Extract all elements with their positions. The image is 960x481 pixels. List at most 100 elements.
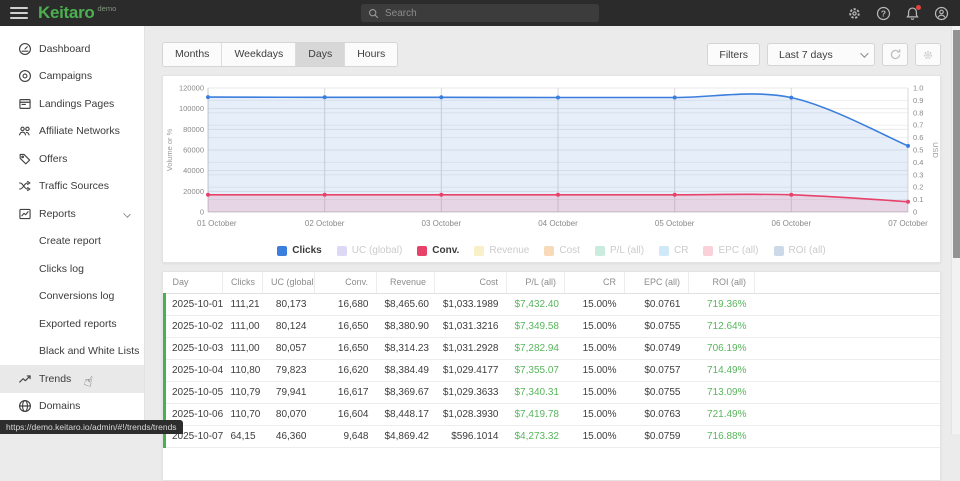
scrollbar-thumb[interactable] (953, 30, 960, 258)
legend-item-epc-all[interactable]: EPC (all) (703, 245, 758, 256)
legend-item-uc-global[interactable]: UC (global) (337, 245, 403, 256)
sidebar-item-label: Campaigns (39, 70, 92, 82)
legend-item-roi-all[interactable]: ROI (all) (774, 245, 826, 256)
sidebar-item-reports[interactable]: Reports (0, 200, 144, 228)
help-icon[interactable]: ? (875, 5, 892, 22)
sidebar-item-dashboard[interactable]: Dashboard (0, 35, 144, 63)
cell-uc-global: 80,070 (263, 403, 315, 425)
legend-swatch (337, 246, 347, 256)
sidebar-item-conversions-log[interactable]: Conversions log (0, 283, 144, 311)
column-header-revenue[interactable]: Revenue (377, 272, 435, 293)
column-header-p-l-all[interactable]: P/L (all) (507, 272, 565, 293)
search-icon (368, 8, 379, 19)
notifications-bell-icon[interactable] (904, 5, 921, 22)
date-range-select[interactable]: Last 7 days (767, 43, 875, 66)
column-header-uc-global[interactable]: UC (global) (263, 272, 315, 293)
sidebar-item-label: Landings Pages (39, 98, 114, 110)
legend-item-p-l-all[interactable]: P/L (all) (595, 245, 644, 256)
sidebar-item-traffic-sources[interactable]: Traffic Sources (0, 173, 144, 201)
svg-text:07 October: 07 October (888, 219, 928, 228)
legend-swatch (595, 246, 605, 256)
sidebar-item-label: Clicks log (39, 263, 84, 275)
refresh-button[interactable] (882, 43, 908, 66)
sidebar-item-affiliate-networks[interactable]: Affiliate Networks (0, 118, 144, 146)
chart-legend: Clicks UC (global) Conv. Revenue Cost P/L (al… (163, 245, 940, 256)
table-row: 2025-10-05110,7979,94116,617$8,369.67$1,… (165, 381, 941, 403)
legend-swatch (474, 246, 484, 256)
cell-revenue: $8,448.17 (377, 403, 435, 425)
legend-label: Conv. (432, 245, 459, 256)
column-header-day[interactable]: Day (165, 272, 223, 293)
legend-swatch (277, 246, 287, 256)
table-header-row: DayClicksUC (global)Conv.RevenueCostP/L … (165, 272, 941, 293)
account-icon[interactable] (933, 5, 950, 22)
cell-roi-all: 713.09% (689, 381, 755, 403)
svg-text:06 October: 06 October (772, 219, 812, 228)
column-header-roi-all[interactable]: ROI (all) (689, 272, 755, 293)
cell-day: 2025-10-04 (165, 359, 223, 381)
cell-clicks: 110,70 (223, 403, 263, 425)
hamburger-menu-icon[interactable] (10, 7, 28, 19)
sidebar-item-exported-reports[interactable]: Exported reports (0, 310, 144, 338)
svg-text:80000: 80000 (183, 125, 204, 134)
report-icon (18, 207, 32, 221)
sidebar-item-create-report[interactable]: Create report (0, 228, 144, 256)
sidebar-item-campaigns[interactable]: Campaigns (0, 63, 144, 91)
sidebar-item-trends[interactable]: Trends (0, 365, 144, 393)
sidebar-item-black-and-white-lists[interactable]: Black and White Lists (0, 338, 144, 366)
table-row: 2025-10-0764,1546,3609,648$4,869.42$596.… (165, 425, 941, 447)
legend-item-revenue[interactable]: Revenue (474, 245, 529, 256)
column-header-conv[interactable]: Conv. (315, 272, 377, 293)
legend-item-cost[interactable]: Cost (544, 245, 580, 256)
column-header-cost[interactable]: Cost (435, 272, 507, 293)
sidebar-item-domains[interactable]: Domains (0, 393, 144, 421)
sidebar-item-label: Traffic Sources (39, 180, 109, 192)
sidebar-item-landings-pages[interactable]: Landings Pages (0, 90, 144, 118)
svg-text:03 October: 03 October (422, 219, 462, 228)
sidebar-item-clicks-log[interactable]: Clicks log (0, 255, 144, 283)
column-header-clicks[interactable]: Clicks (223, 272, 263, 293)
cell-roi-all: 721.49% (689, 403, 755, 425)
refresh-icon (889, 48, 902, 61)
svg-text:0.2: 0.2 (913, 183, 923, 192)
legend-item-clicks[interactable]: Clicks (277, 245, 321, 256)
column-header-epc-all[interactable]: EPC (all) (625, 272, 689, 293)
cell-conv: 16,620 (315, 359, 377, 381)
cell-day: 2025-10-05 (165, 381, 223, 403)
tab-months[interactable]: Months (163, 43, 222, 66)
sidebar: Dashboard Campaigns Landings Pages Affiliat… (0, 26, 145, 434)
cell-cr: 15.00% (565, 403, 625, 425)
cell-p-l-all: $7,355.07 (507, 359, 565, 381)
svg-text:0.6: 0.6 (913, 133, 923, 142)
tab-days[interactable]: Days (296, 43, 345, 66)
svg-text:01 October: 01 October (197, 219, 237, 228)
main-content: MonthsWeekdaysDaysHours Filters Last 7 d… (145, 26, 951, 434)
legend-swatch (417, 246, 427, 256)
trends-table-card: DayClicksUC (global)Conv.RevenueCostP/L … (162, 271, 941, 481)
settings-gear-icon[interactable] (846, 5, 863, 22)
trends-chart-card: 02000040000600008000010000012000000.10.2… (162, 75, 941, 263)
date-range-value: Last 7 days (779, 49, 833, 61)
tab-weekdays[interactable]: Weekdays (222, 43, 296, 66)
search-input[interactable] (385, 8, 565, 19)
sidebar-item-offers[interactable]: Offers (0, 145, 144, 173)
svg-text:100000: 100000 (179, 104, 204, 113)
legend-item-cr[interactable]: CR (659, 245, 688, 256)
legend-label: CR (674, 245, 688, 256)
column-header-cr[interactable]: CR (565, 272, 625, 293)
search-box[interactable] (361, 4, 599, 22)
legend-item-conv[interactable]: Conv. (417, 245, 459, 256)
legend-label: UC (global) (352, 245, 403, 256)
tab-hours[interactable]: Hours (345, 43, 397, 66)
svg-text:02 October: 02 October (305, 219, 345, 228)
split-icon (18, 179, 32, 193)
legend-label: ROI (all) (789, 245, 826, 256)
legend-label: Revenue (489, 245, 529, 256)
table-row: 2025-10-06110,7080,07016,604$8,448.17$1,… (165, 403, 941, 425)
chart-settings-button[interactable] (915, 43, 941, 66)
cell-epc-all: $0.0749 (625, 337, 689, 359)
legend-swatch (659, 246, 669, 256)
svg-text:0: 0 (200, 208, 204, 217)
filters-button[interactable]: Filters (707, 43, 760, 66)
svg-text:0.3: 0.3 (913, 170, 923, 179)
